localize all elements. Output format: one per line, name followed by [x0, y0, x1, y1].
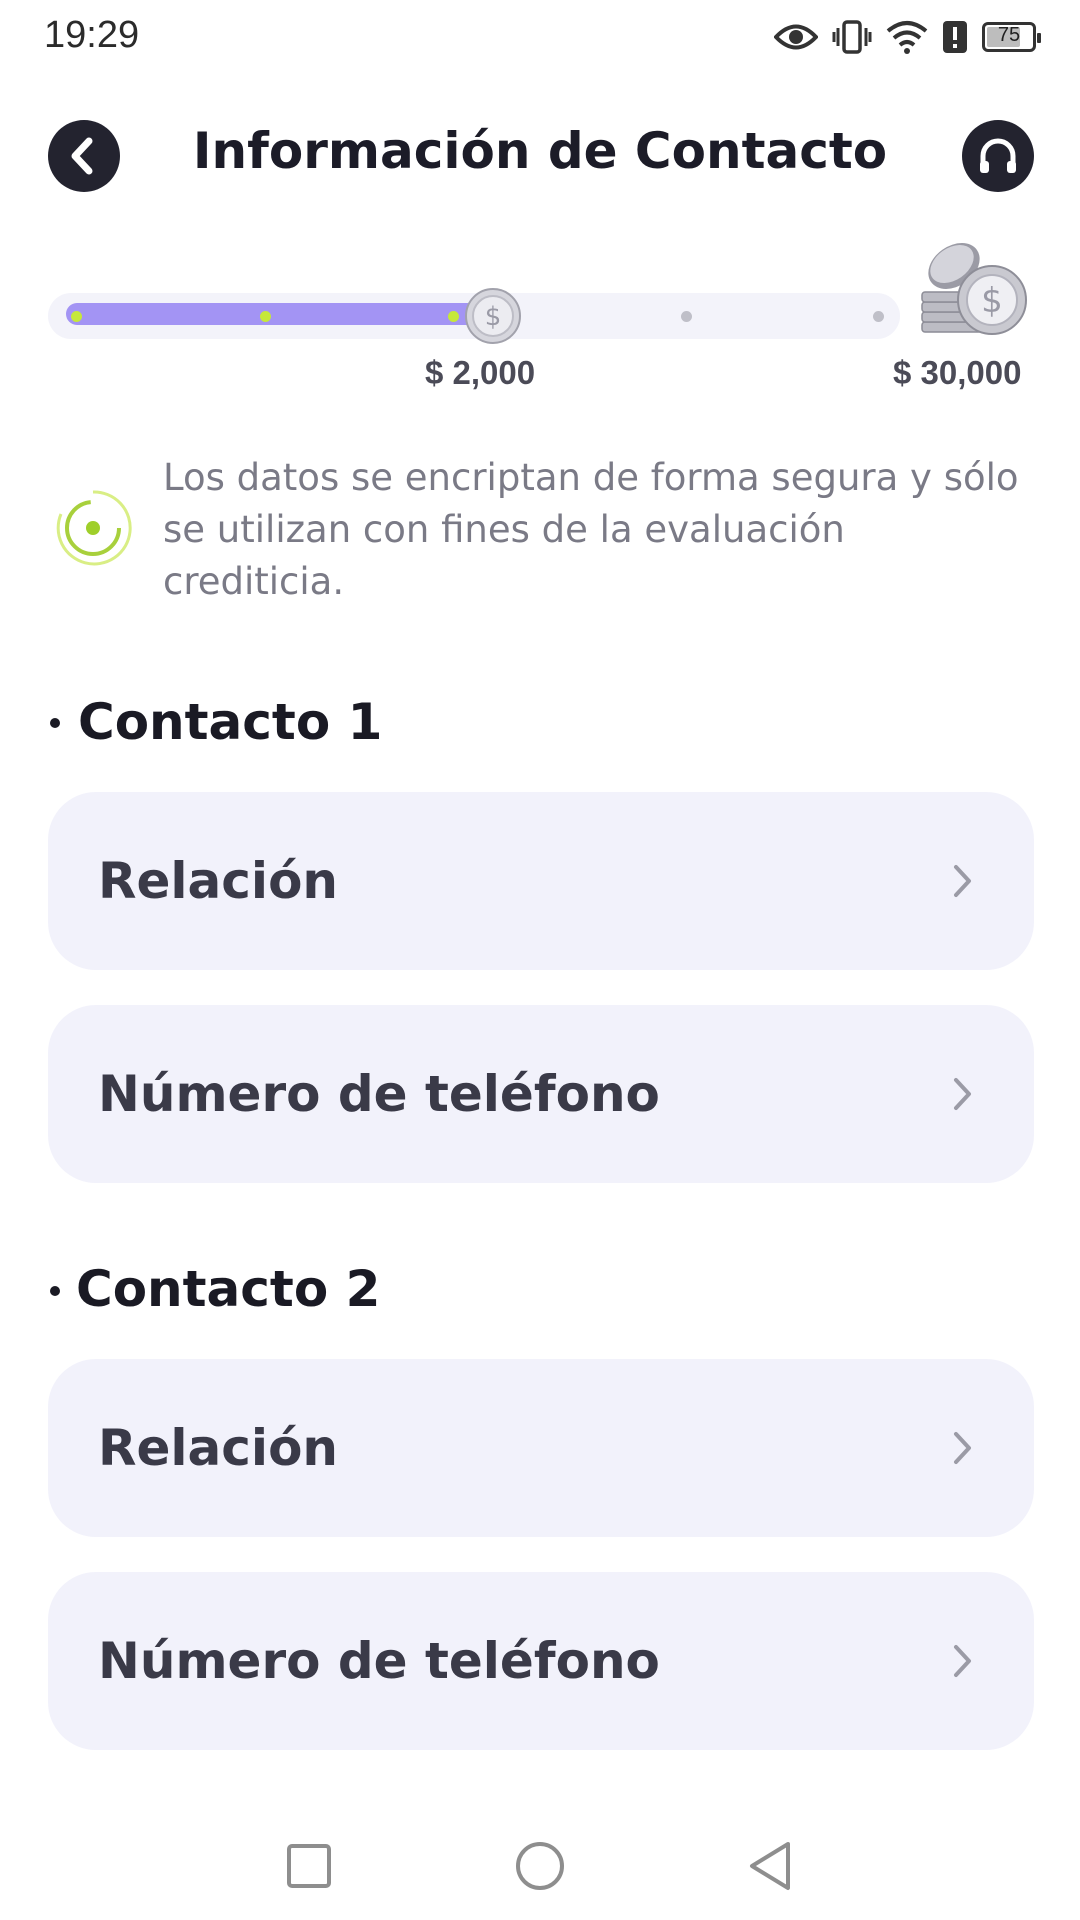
chevron-right-icon [954, 1078, 971, 1110]
progress-coin-icon: $ [465, 288, 521, 344]
circle-icon [516, 1842, 564, 1890]
step-dot-pending [680, 310, 692, 322]
svg-text:$: $ [981, 281, 1003, 321]
status-icons: 75 [774, 14, 1041, 60]
triangle-back-icon [750, 1842, 790, 1890]
contact-2-title: Contacto 2 [76, 1260, 381, 1318]
field-label: Relación [98, 852, 339, 910]
svg-text:$: $ [485, 302, 502, 332]
alert-icon [943, 21, 967, 53]
square-icon [287, 1844, 331, 1888]
contact-2-relation-field[interactable]: Relación [48, 1359, 1034, 1537]
back-arrow-icon [71, 137, 93, 175]
status-time: 19:29 [44, 14, 140, 56]
field-label: Relación [98, 1419, 339, 1477]
home-button[interactable] [514, 1840, 566, 1892]
battery-percentage: 75 [997, 24, 1021, 46]
chevron-right-icon [954, 1645, 971, 1677]
wifi-icon [886, 21, 928, 54]
security-info-text: Los datos se encriptan de forma segura y… [163, 456, 1019, 603]
step-dot-completed [447, 310, 459, 322]
contact-1-phone-field[interactable]: Número de teléfono [48, 1005, 1034, 1183]
secure-target-icon [56, 490, 132, 566]
step-dot-completed [259, 310, 271, 322]
chevron-right-icon [954, 1432, 971, 1464]
step-dot-pending [872, 310, 884, 322]
progress-fill [66, 303, 493, 325]
field-label: Número de teléfono [98, 1065, 660, 1123]
coin-stack-icon: $ [921, 243, 1027, 335]
nav-back-button[interactable] [746, 1840, 794, 1892]
contact-2-phone-field[interactable]: Número de teléfono [48, 1572, 1034, 1750]
page-title: Información de Contacto [192, 122, 888, 180]
step-dot-completed [70, 310, 82, 322]
section-bullet [50, 718, 60, 728]
field-label: Número de teléfono [98, 1632, 660, 1690]
max-amount-label: $ 30,000 [893, 354, 1022, 391]
contact-1-title: Contacto 1 [78, 693, 383, 751]
current-amount-label: $ 2,000 [425, 354, 536, 391]
recent-apps-button[interactable] [285, 1842, 333, 1890]
section-bullet [50, 1286, 60, 1296]
headset-icon [980, 138, 1016, 173]
support-button[interactable] [962, 120, 1034, 192]
contact-1-relation-field[interactable]: Relación [48, 792, 1034, 970]
eye-icon [774, 24, 818, 50]
vibrate-icon [832, 20, 872, 54]
battery-icon: 75 [982, 22, 1041, 52]
back-button[interactable] [48, 120, 120, 192]
chevron-right-icon [954, 865, 971, 897]
